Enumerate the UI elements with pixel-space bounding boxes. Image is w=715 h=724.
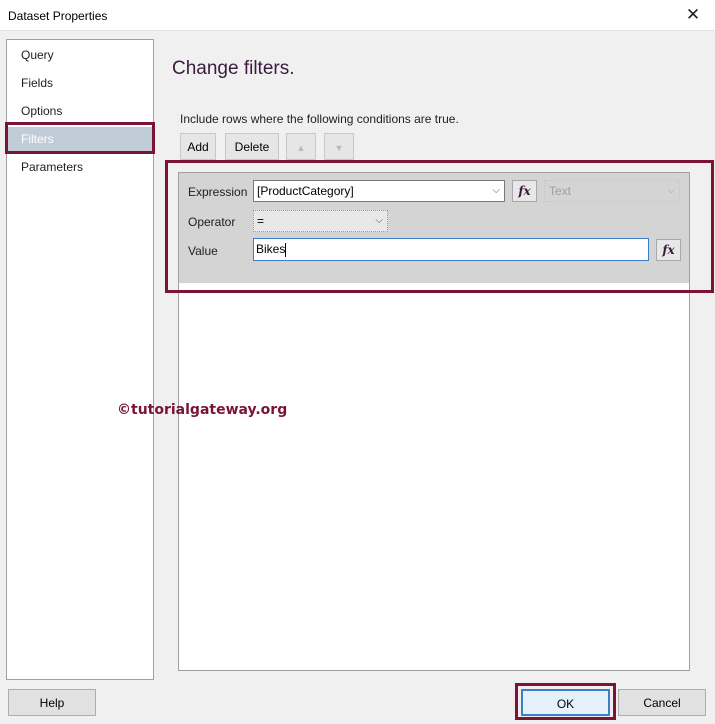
cancel-button[interactable]: Cancel — [618, 689, 706, 716]
expression-label: Expression — [188, 185, 248, 199]
sidebar-item-options[interactable]: Options — [7, 99, 153, 123]
expression-combo[interactable]: [ProductCategory] ⌵ — [253, 180, 505, 202]
expression-fx-button[interactable]: fx — [512, 180, 537, 202]
value-text: Bikes — [256, 242, 286, 256]
sidebar-item-fields[interactable]: Fields — [7, 71, 153, 95]
text-caret — [285, 242, 287, 257]
arrow-up-icon: ▲ — [296, 143, 306, 153]
chevron-down-icon: ⌵ — [667, 185, 675, 196]
value-label: Value — [188, 244, 218, 258]
add-button[interactable]: Add — [180, 133, 216, 160]
type-value: Text — [549, 184, 572, 198]
sidebar-nav: Query Fields Options Filters Parameters — [5, 39, 155, 680]
expression-value: [ProductCategory] — [257, 184, 354, 198]
close-icon[interactable]: ✕ — [679, 4, 707, 26]
help-button[interactable]: Help — [8, 689, 96, 716]
title-bar: Dataset Properties ✕ — [0, 0, 715, 31]
watermark: ©tutorialgateway.org — [117, 402, 288, 418]
filter-instruction: Include rows where the following conditi… — [180, 112, 459, 126]
type-combo[interactable]: Text ⌵ — [544, 180, 680, 202]
arrow-down-icon: ▼ — [334, 143, 344, 153]
operator-value: = — [257, 214, 265, 228]
window-title: Dataset Properties — [8, 9, 108, 23]
chevron-down-icon: ⌵ — [375, 215, 383, 226]
move-down-button[interactable]: ▼ — [324, 133, 354, 160]
operator-combo[interactable]: = ⌵ — [253, 210, 388, 232]
page-title: Change filters. — [172, 58, 295, 79]
sidebar-item-parameters[interactable]: Parameters — [7, 155, 153, 179]
value-input[interactable]: Bikes — [253, 238, 649, 261]
delete-button[interactable]: Delete — [225, 133, 279, 160]
value-fx-button[interactable]: fx — [656, 239, 681, 261]
operator-label: Operator — [188, 215, 236, 229]
chevron-down-icon: ⌵ — [492, 185, 500, 196]
move-up-button[interactable]: ▲ — [286, 133, 316, 160]
ok-button[interactable]: OK — [521, 689, 610, 716]
sidebar-item-query[interactable]: Query — [7, 43, 153, 67]
sidebar-item-filters[interactable]: Filters — [7, 127, 153, 151]
